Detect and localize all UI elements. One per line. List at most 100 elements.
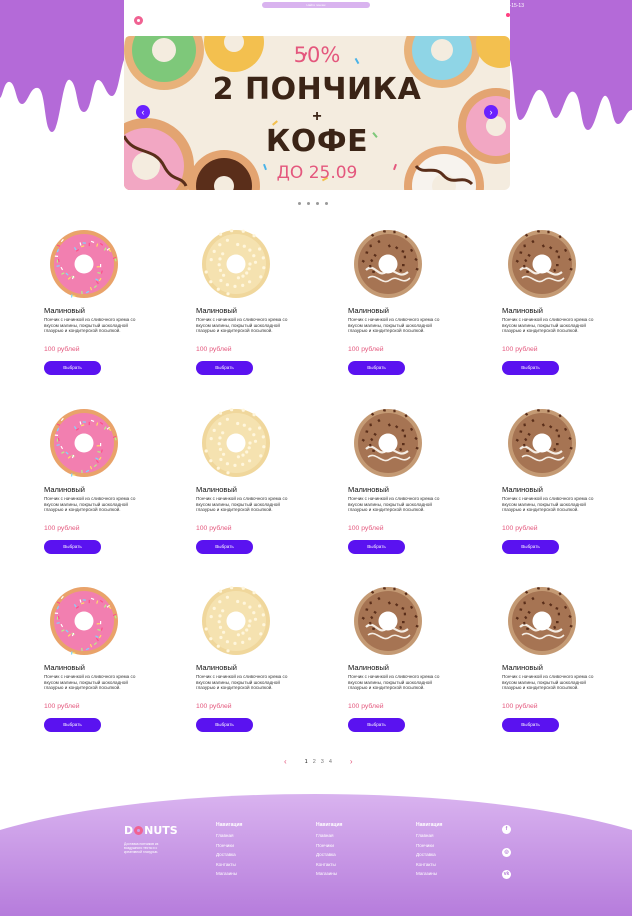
product-image[interactable] <box>48 585 120 657</box>
footer-nav-column: Навигация Главная Пончики Доставка Конта… <box>416 822 486 881</box>
product-description: Пончик с начинкой из сливочного крема со… <box>196 317 288 334</box>
footer-link-contacts[interactable]: Контакты <box>416 862 486 872</box>
product-name: Малиновый <box>348 663 389 672</box>
product-image[interactable] <box>48 228 120 300</box>
footer-link-home[interactable]: Главная <box>316 833 386 843</box>
footer-link-contacts[interactable]: Контакты <box>316 862 386 872</box>
product-description: Пончик с начинкой из сливочного крема со… <box>348 674 440 691</box>
nav-item-shops[interactable]: Магазины <box>374 16 397 25</box>
slide-dot[interactable] <box>325 202 328 205</box>
product-card: Малиновый Пончик с начинкой из сливочного… <box>44 585 164 745</box>
select-button[interactable]: Выбрать <box>502 361 559 375</box>
city-selector[interactable]: Санкт-Петербург <box>122 1 164 10</box>
product-name: Малиновый <box>502 485 543 494</box>
product-card: Малиновый Пончик с начинкой из сливочного… <box>348 228 468 388</box>
page-4[interactable]: 4 <box>329 759 332 765</box>
select-button[interactable]: Выбрать <box>196 540 253 554</box>
instagram-icon[interactable]: ◎ <box>502 848 511 857</box>
product-description: Пончик с начинкой из сливочного крема со… <box>196 496 288 513</box>
product-card: Малиновый Пончик с начинкой из сливочного… <box>502 228 622 388</box>
footer-link-shops[interactable]: Магазины <box>216 871 286 881</box>
chevron-right-icon[interactable]: › <box>350 757 353 766</box>
product-image[interactable] <box>200 585 272 657</box>
footer-link-donuts[interactable]: Пончики <box>216 843 286 853</box>
select-button[interactable]: Выбрать <box>44 361 101 375</box>
banner-headline-2: КОФЕ <box>265 124 369 159</box>
select-button[interactable]: Выбрать <box>502 718 559 732</box>
select-button[interactable]: Выбрать <box>44 540 101 554</box>
product-card: Малиновый Пончик с начинкой из сливочного… <box>196 585 316 745</box>
page-2[interactable]: 2 <box>313 759 316 765</box>
phone-link[interactable]: 8 (950) 433-15-13 <box>476 3 524 9</box>
slide-dot[interactable] <box>307 202 310 205</box>
product-price: 100 рублей <box>348 525 384 532</box>
select-button[interactable]: Выбрать <box>196 718 253 732</box>
product-image[interactable] <box>352 228 424 300</box>
logo-letter: D <box>124 824 134 837</box>
product-description: Пончик с начинкой из сливочного крема со… <box>44 674 136 691</box>
select-button[interactable]: Выбрать <box>44 718 101 732</box>
donut-logo-icon <box>134 16 144 25</box>
footer-link-home[interactable]: Главная <box>216 833 286 843</box>
footer-link-home[interactable]: Главная <box>416 833 486 843</box>
product-image[interactable] <box>352 585 424 657</box>
product-image[interactable] <box>352 407 424 479</box>
banner-date: ДО 25.09 <box>276 163 358 183</box>
select-button[interactable]: Выбрать <box>348 361 405 375</box>
footer-link-donuts[interactable]: Пончики <box>316 843 386 853</box>
select-button[interactable]: Выбрать <box>502 540 559 554</box>
nav-item-contacts[interactable]: Контакты <box>338 16 360 25</box>
main-nav: Главная Пончики Доставка Контакты Магази… <box>236 16 397 25</box>
select-button[interactable]: Выбрать <box>348 540 405 554</box>
footer-logo[interactable]: D NUTS <box>124 824 178 837</box>
footer-link-delivery[interactable]: Доставка <box>216 852 286 862</box>
product-card: Малиновый Пончик с начинкой из сливочного… <box>44 228 164 388</box>
chevron-left-icon[interactable]: ‹ <box>284 757 287 766</box>
select-button[interactable]: Выбрать <box>348 718 405 732</box>
slide-dot[interactable] <box>298 202 301 205</box>
product-price: 100 рублей <box>502 525 538 532</box>
footer-link-shops[interactable]: Магазины <box>316 871 386 881</box>
vk-icon[interactable]: vk <box>502 870 511 879</box>
nav-item-home[interactable]: Главная <box>236 16 255 25</box>
product-description: Пончик с начинкой из сливочного крема со… <box>502 674 594 691</box>
product-image[interactable] <box>506 228 578 300</box>
nav-item-delivery[interactable]: Доставка <box>303 16 324 25</box>
page-1[interactable]: 1 <box>305 759 308 765</box>
nav-item-donuts[interactable]: Пончики <box>269 16 289 25</box>
cart-badge <box>506 13 510 17</box>
footer-link-contacts[interactable]: Контакты <box>216 862 286 872</box>
footer-link-shops[interactable]: Магазины <box>416 871 486 881</box>
location-pin-icon <box>122 1 131 10</box>
product-image[interactable] <box>506 407 578 479</box>
slide-dot[interactable] <box>316 202 319 205</box>
product-description: Пончик с начинкой из сливочного крема со… <box>502 317 594 334</box>
search-input[interactable]: Найти пончик <box>262 2 370 8</box>
city-label: Санкт-Петербург <box>132 3 164 8</box>
pagination: ‹ 1 2 3 4 › <box>284 757 353 766</box>
product-image[interactable] <box>200 407 272 479</box>
page-3[interactable]: 3 <box>321 759 324 765</box>
footer-link-delivery[interactable]: Доставка <box>416 852 486 862</box>
product-image[interactable] <box>200 228 272 300</box>
chevron-left-icon: ‹ <box>141 107 145 117</box>
donut-image <box>508 230 576 298</box>
banner-next-button[interactable]: › <box>484 105 498 119</box>
select-button[interactable]: Выбрать <box>196 361 253 375</box>
footer-link-delivery[interactable]: Доставка <box>316 852 386 862</box>
donut-image <box>354 408 422 477</box>
facebook-icon[interactable]: f <box>502 825 511 834</box>
product-card: Малиновый Пончик с начинкой из сливочного… <box>502 407 622 567</box>
banner-prev-button[interactable]: ‹ <box>136 105 150 119</box>
donut-image <box>508 587 576 655</box>
footer-nav-title: Навигация <box>416 822 443 828</box>
product-description: Пончик с начинкой из сливочного крема со… <box>348 496 440 513</box>
product-name: Малиновый <box>502 663 543 672</box>
product-image[interactable] <box>48 407 120 479</box>
donut-image <box>354 230 422 298</box>
logo[interactable]: D NUTS <box>124 14 179 27</box>
product-image[interactable] <box>506 585 578 657</box>
footer-link-donuts[interactable]: Пончики <box>416 843 486 853</box>
product-price: 100 рублей <box>348 346 384 353</box>
donut-image <box>50 230 118 298</box>
